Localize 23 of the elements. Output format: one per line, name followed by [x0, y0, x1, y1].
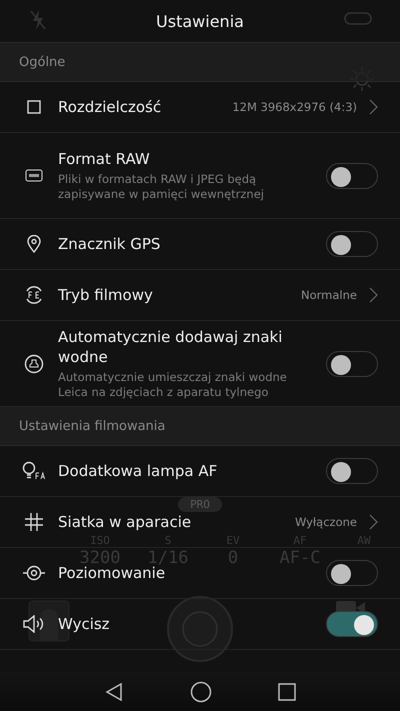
setting-description: Automatycznie umieszczaj znaki wodne Leica na zdjęciach z aparatu tylnego [58, 370, 288, 400]
settings-row[interactable]: Format RAW Pliki w formatach RAW i JPEG będą zapisywane w pamięci wewnętrznej [0, 133, 400, 219]
setting-label: Tryb filmowy [58, 285, 153, 305]
settings-row[interactable]: Tryb filmowy Normalne [0, 270, 400, 321]
setting-description: Pliki w formatach RAW i JPEG będą zapisywane w pamięci wewnętrznej [58, 172, 265, 202]
setting-value: Wyłączone [294, 515, 357, 529]
setting-label: Poziomowanie [58, 564, 166, 583]
setting-label: Automatycznie dodawaj znaki wodne [58, 327, 284, 367]
settings-row[interactable]: Wycisz [0, 599, 400, 650]
setting-label: Siatka w aparacie [58, 512, 192, 532]
settings-row[interactable]: Dodatkowa lampa AF [0, 446, 400, 497]
setting-value: 12M 3968x2976 (4:3) [232, 100, 357, 114]
settings-row[interactable]: Znacznik GPS [0, 219, 400, 270]
setting-label: Format RAW [58, 149, 150, 169]
setting-value: Normalne [301, 288, 357, 302]
setting-label: Dodatkowa lampa AF [58, 461, 218, 481]
section-title: Ustawienia filmowania [19, 418, 166, 434]
section-title: Ogólne [19, 54, 66, 70]
setting-label: Znacznik GPS [58, 234, 160, 254]
setting-label: Wycisz [58, 614, 110, 634]
settings-row[interactable]: Rozdzielczość 12M 3968x2976 (4:3) [0, 82, 400, 133]
setting-label: Rozdzielczość [58, 97, 162, 117]
screen-title: Ustawienia [156, 12, 244, 30]
